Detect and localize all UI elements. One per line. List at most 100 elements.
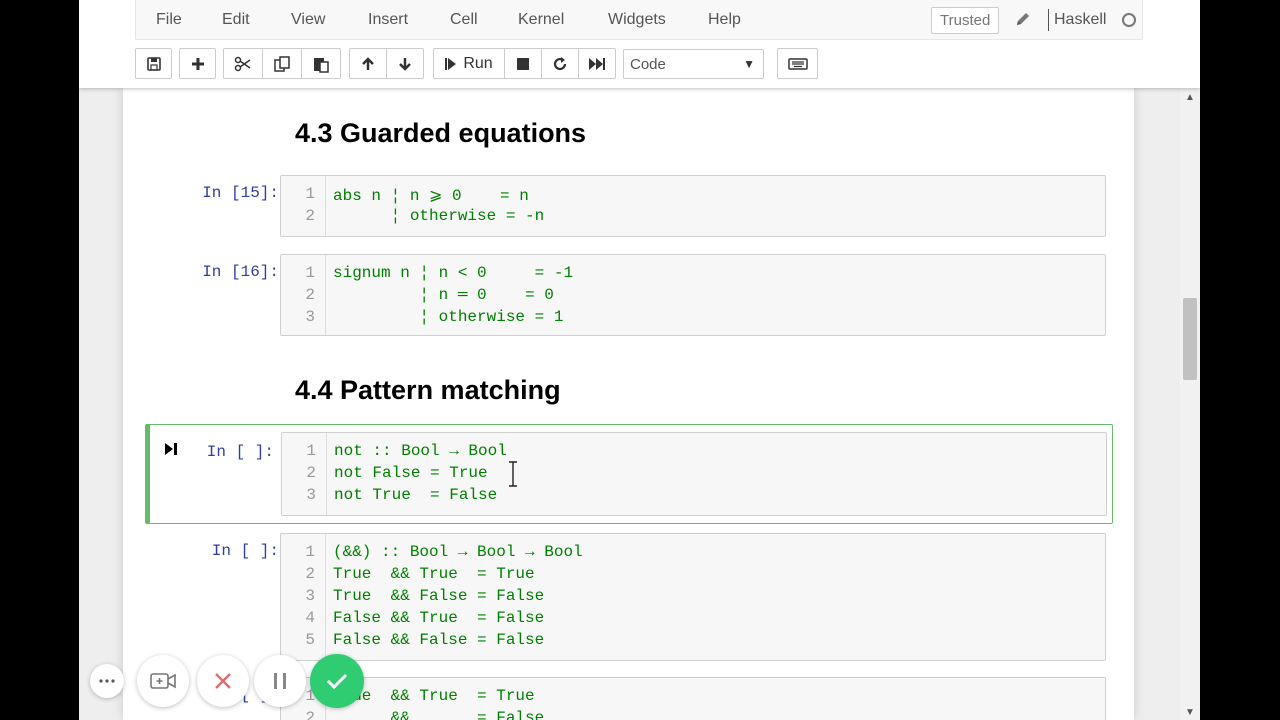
line-number: 4 [305,609,315,627]
line-number: 3 [305,308,315,326]
code-line: True && False = False [333,587,545,605]
paste-icon [314,57,329,73]
finish-recording-button[interactable] [310,654,364,708]
code-cell[interactable]: In [16]: 1 2 3 signum n ¦ n < 0 = -1 ¦ n… [145,253,1113,337]
line-number: 2 [305,709,315,720]
vertical-scrollbar[interactable]: ▲ ▼ [1180,88,1200,720]
code-editor[interactable]: 1 2 True && True = True && = False [280,677,1106,720]
menu-cell[interactable]: Cell [450,11,478,29]
code-line: ¦ otherwise = 1 [333,308,564,326]
move-down-button[interactable] [386,48,424,79]
scroll-down-icon[interactable]: ▼ [1185,707,1195,718]
cell-type-value: Code [630,56,666,73]
stop-icon [517,57,529,70]
menu-file[interactable]: File [156,11,182,29]
menu-widgets[interactable]: Widgets [608,11,666,29]
kernel-idle-indicator-icon [1122,13,1136,27]
selected-code-cell[interactable]: In [ ]: 1 2 3 not :: Bool → Bool not Fal… [145,424,1113,524]
insert-cell-button[interactable] [179,48,216,79]
keyboard-icon [787,57,808,70]
text-cursor-icon [509,461,517,487]
code-line: signum n ¦ n < 0 = -1 [333,264,574,282]
trusted-badge[interactable]: Trusted [931,7,1000,34]
fast-forward-icon [589,57,605,70]
notebook-header: File Edit View Insert Cell Kernel Widget… [79,0,1200,88]
code-line: False && False = False [333,631,545,649]
code-editor[interactable]: 1 2 3 not :: Bool → Bool not False = Tru… [281,432,1107,516]
menubar: File Edit View Insert Cell Kernel Widget… [135,0,1143,40]
cell-prompt: In [ ]: [206,443,274,461]
line-number: 3 [305,587,315,605]
code-cell[interactable]: In [15]: 1 2 abs n ¦ n ⩾ 0 = n ¦ otherwi… [145,174,1113,238]
caret-down-icon: ▼ [743,57,755,71]
scroll-up-icon[interactable]: ▲ [1185,92,1195,103]
menu-insert[interactable]: Insert [368,11,408,29]
heading-pattern-matching: 4.4 Pattern matching [295,375,561,405]
more-icon [99,679,115,683]
menu-view[interactable]: View [291,11,325,29]
more-options-button[interactable] [90,664,124,698]
menu-help[interactable]: Help [708,11,741,29]
heading-guarded-equations: 4.3 Guarded equations [295,118,587,148]
code-line: not False = True [334,464,488,482]
line-number: 1 [305,543,315,561]
cell-prompt: In [15]: [202,184,279,202]
copy-button[interactable] [262,48,302,79]
line-number: 2 [305,286,315,304]
code-line: ¦ n ═ 0 = 0 [333,286,554,304]
code-line: True && True = True [333,687,535,705]
kernel-divider [1048,9,1049,31]
command-palette-button[interactable] [777,48,818,79]
arrow-down-icon [399,57,411,71]
camera-toggle-button[interactable] [137,655,189,707]
paste-button[interactable] [301,48,341,79]
cell-type-select[interactable]: Code ▼ [623,49,764,79]
notebook-container: 4.3 Guarded equations In [15]: 1 2 abs n… [123,88,1134,720]
code-editor[interactable]: 1 2 abs n ¦ n ⩾ 0 = n ¦ otherwise = -n [280,175,1106,237]
run-label: Run [463,54,493,72]
plus-icon [191,57,204,70]
cancel-recording-button[interactable] [197,655,249,707]
step-icon [445,57,457,70]
code-editor[interactable]: 1 2 3 4 5 (&&) :: Bool → Bool → Bool Tru… [280,533,1106,661]
cell-prompt: In [16]: [202,263,279,281]
pause-icon [274,673,286,689]
code-cell[interactable]: In [ ]: 1 2 3 4 5 (&&) :: Bool → Bool → … [145,532,1113,662]
interrupt-button[interactable] [504,48,542,79]
menu-kernel[interactable]: Kernel [518,11,564,29]
code-line: not :: Bool → Bool [334,442,507,460]
line-number: 1 [305,185,315,203]
code-line: && = False [333,709,545,720]
line-number: 1 [306,442,316,460]
arrow-up-icon [362,56,374,70]
move-up-button[interactable] [349,48,387,79]
code-editor[interactable]: 1 2 3 signum n ¦ n < 0 = -1 ¦ n ═ 0 = 0 … [280,254,1106,336]
pause-recording-button[interactable] [254,655,306,707]
code-line: True && True = True [333,565,535,583]
copy-icon [274,55,290,72]
close-icon [215,673,231,689]
check-icon [326,673,348,690]
line-number: 2 [305,207,315,225]
kernel-name: Haskell [1054,11,1107,28]
run-all-button[interactable] [578,48,616,79]
run-button[interactable]: Run [433,48,505,79]
cut-button[interactable] [223,48,263,79]
line-number: 2 [305,565,315,583]
save-button[interactable] [135,48,172,79]
cell-prompt: In [ ]: [211,542,279,560]
line-number: 5 [305,631,315,649]
code-line: False && True = False [333,609,545,627]
jupyter-window: File Edit View Insert Cell Kernel Widget… [79,0,1200,720]
scrollbar-thumb[interactable] [1183,298,1197,380]
restart-icon [553,56,567,70]
code-line: abs n ¦ n ⩾ 0 = n [333,187,529,205]
pencil-icon[interactable] [1014,10,1032,28]
code-line: ¦ otherwise = -n [333,207,545,225]
line-number: 2 [306,464,316,482]
code-line: not True = False [334,486,498,504]
line-number: 3 [306,486,316,504]
restart-button[interactable] [541,48,579,79]
menu-edit[interactable]: Edit [222,11,250,29]
camera-icon [150,673,176,689]
